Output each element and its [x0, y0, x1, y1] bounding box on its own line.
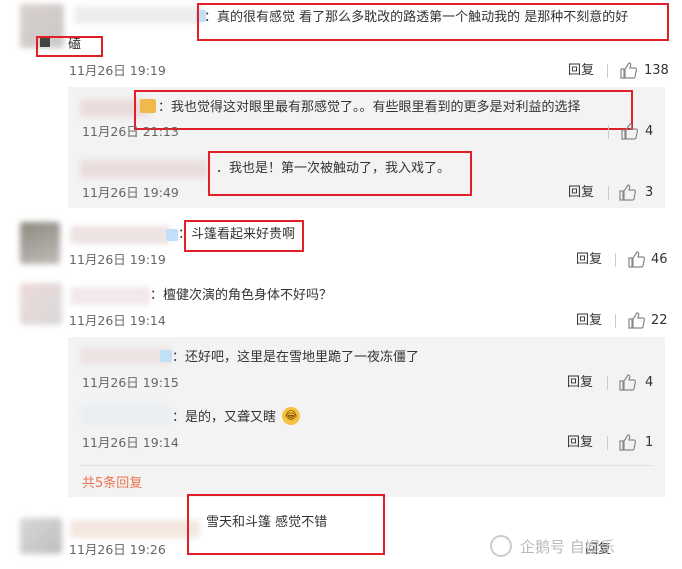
watermark: 企鹅号 自娱乐: [520, 538, 615, 556]
divider: [607, 376, 608, 390]
like-icon[interactable]: [620, 62, 637, 79]
highlight-box: [208, 151, 472, 196]
reply-button[interactable]: 回复: [567, 435, 593, 451]
highlight-box: [187, 494, 385, 555]
like-icon[interactable]: [619, 184, 636, 201]
divider: [608, 125, 609, 139]
laughing-emoji-icon: 😂: [282, 407, 300, 425]
reply-button[interactable]: 回复: [568, 63, 594, 79]
highlight-box: [184, 220, 304, 252]
like-count: 4: [645, 124, 654, 139]
username-blurred[interactable]: [70, 520, 200, 538]
divider: [615, 314, 616, 328]
avatar[interactable]: [20, 283, 62, 325]
comment-time: 11月26日 19:26: [69, 542, 166, 557]
like-count: 3: [645, 185, 654, 200]
more-replies-link[interactable]: 共5条回复: [82, 472, 142, 491]
divider: [615, 253, 616, 267]
like-count: 4: [645, 375, 654, 390]
like-icon[interactable]: [619, 374, 636, 391]
reply-button[interactable]: 回复: [576, 252, 602, 268]
comment-text: ：檀健次演的角色身体不好吗？: [150, 288, 333, 303]
reply-button[interactable]: 回复: [576, 313, 602, 329]
like-count: 1: [645, 435, 654, 450]
divider: [607, 64, 608, 78]
reply-text: ：是的，又聋又瞎: [172, 410, 277, 425]
username-blurred[interactable]: [74, 6, 204, 24]
avatar[interactable]: [20, 518, 62, 554]
divider: [607, 436, 608, 450]
panel-divider: [80, 465, 654, 466]
username-blurred[interactable]: [80, 404, 172, 426]
highlight-box: [197, 3, 669, 41]
reply-time: 11月26日 19:49: [82, 185, 179, 200]
like-icon[interactable]: [628, 251, 645, 268]
like-icon[interactable]: [621, 123, 638, 140]
reply-button[interactable]: 回复: [567, 375, 593, 391]
reply-time: 11月26日 21:13: [82, 124, 179, 139]
username-blurred[interactable]: [80, 160, 208, 178]
divider: [608, 186, 609, 200]
comment-time: 11月26日 19:14: [69, 313, 166, 328]
user-badge-icon: [166, 229, 178, 241]
reply-text: ：还好吧，这里是在雪地里跪了一夜冻僵了: [172, 350, 420, 365]
reply-time: 11月26日 19:14: [82, 435, 179, 450]
comment-time: 11月26日 19:19: [69, 252, 166, 267]
like-icon[interactable]: [619, 434, 636, 451]
username-blurred[interactable]: [80, 347, 170, 365]
username-blurred[interactable]: [70, 226, 170, 244]
comment-time: 11月26日 19:19: [69, 63, 166, 78]
like-icon[interactable]: [628, 312, 645, 329]
reply-button[interactable]: 回复: [568, 185, 594, 201]
highlight-box: [134, 90, 633, 130]
username-blurred[interactable]: [70, 287, 150, 305]
user-badge-icon: [160, 350, 172, 362]
like-count: 138: [644, 63, 669, 78]
reply-time: 11月26日 19:15: [82, 375, 179, 390]
like-count: 22: [651, 313, 668, 328]
like-count: 46: [651, 252, 668, 267]
penguin-logo-icon: [490, 535, 512, 557]
highlight-box: [36, 36, 103, 57]
avatar[interactable]: [20, 222, 60, 264]
